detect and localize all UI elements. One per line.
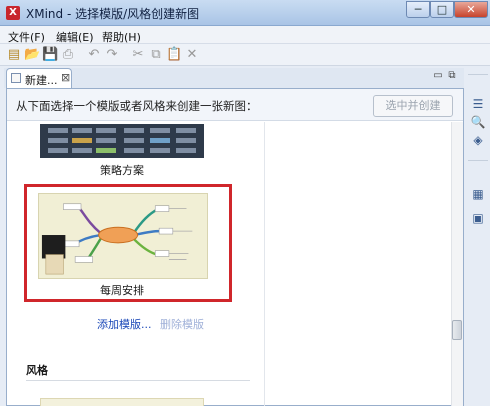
template-thumbnail-strategy[interactable] — [40, 124, 204, 158]
side-separator — [468, 160, 488, 161]
vertical-scrollbar[interactable] — [451, 122, 463, 406]
close-button[interactable]: ✕ — [454, 1, 488, 18]
minimize-button[interactable]: ─ — [406, 1, 430, 18]
toolbar: ▤ 📂 💾 ⎙ ↶ ↷ ✂ ⧉ 📋 ✕ — [0, 44, 490, 66]
create-from-selection-button[interactable]: 选中并创建 — [373, 95, 453, 117]
scrollbar-thumb[interactable] — [452, 320, 462, 340]
tab-close-icon[interactable]: ⊠ — [61, 71, 70, 84]
delete-icon[interactable]: ✕ — [184, 47, 200, 63]
menu-edit[interactable]: 编辑(E) — [56, 29, 94, 45]
menu-help[interactable]: 帮助(H) — [102, 29, 141, 45]
column-divider — [264, 122, 265, 406]
outline-icon[interactable]: ☰ — [470, 96, 486, 112]
overview-icon[interactable]: ▣ — [470, 210, 486, 226]
tab-label: 新建... — [25, 74, 58, 87]
template-thumbnail-weekly[interactable] — [38, 193, 208, 279]
template-label-weekly[interactable]: 每周安排 — [100, 282, 144, 298]
view-maximize-icon[interactable]: ⧉ — [446, 70, 458, 82]
add-template-link[interactable]: 添加模版... — [97, 316, 152, 332]
tab-new[interactable]: 新建... ⊠ — [6, 68, 72, 88]
style-thumbnail[interactable] — [40, 398, 204, 406]
maximize-button[interactable]: □ — [430, 1, 454, 18]
paste-icon[interactable]: 📋 — [166, 47, 182, 63]
cut-icon[interactable]: ✂ — [130, 47, 146, 63]
zoom-icon[interactable]: 🔍 — [470, 114, 486, 130]
menu-bar: 文件(F) 编辑(E) 帮助(H) — [0, 26, 490, 44]
open-icon[interactable]: 📂 — [24, 47, 40, 63]
delete-template-link[interactable]: 删除模版 — [160, 316, 204, 332]
properties-icon[interactable]: ▦ — [470, 186, 486, 202]
side-grip — [468, 74, 488, 75]
template-label-strategy[interactable]: 策略方案 — [100, 162, 144, 178]
new-icon[interactable]: ▤ — [6, 47, 22, 63]
view-minimize-icon[interactable]: ▭ — [432, 70, 444, 82]
menu-file[interactable]: 文件(F) — [8, 29, 45, 45]
editor-tab-bar — [4, 68, 464, 88]
undo-icon[interactable]: ↶ — [86, 47, 102, 63]
styles-heading: 风格 — [26, 364, 48, 377]
app-logo-icon: X — [6, 6, 20, 20]
window-title: XMind - 选择模版/风格创建新图 — [26, 7, 200, 21]
redo-icon[interactable]: ↷ — [104, 47, 120, 63]
document-icon — [11, 73, 21, 83]
print-icon[interactable]: ⎙ — [60, 47, 76, 63]
markers-icon[interactable]: ◈ — [470, 132, 486, 148]
copy-icon[interactable]: ⧉ — [148, 47, 164, 63]
save-icon[interactable]: 💾 — [42, 47, 58, 63]
styles-divider — [26, 380, 250, 381]
instruction-text: 从下面选择一个模版或者风格来创建一张新图： — [16, 99, 258, 113]
